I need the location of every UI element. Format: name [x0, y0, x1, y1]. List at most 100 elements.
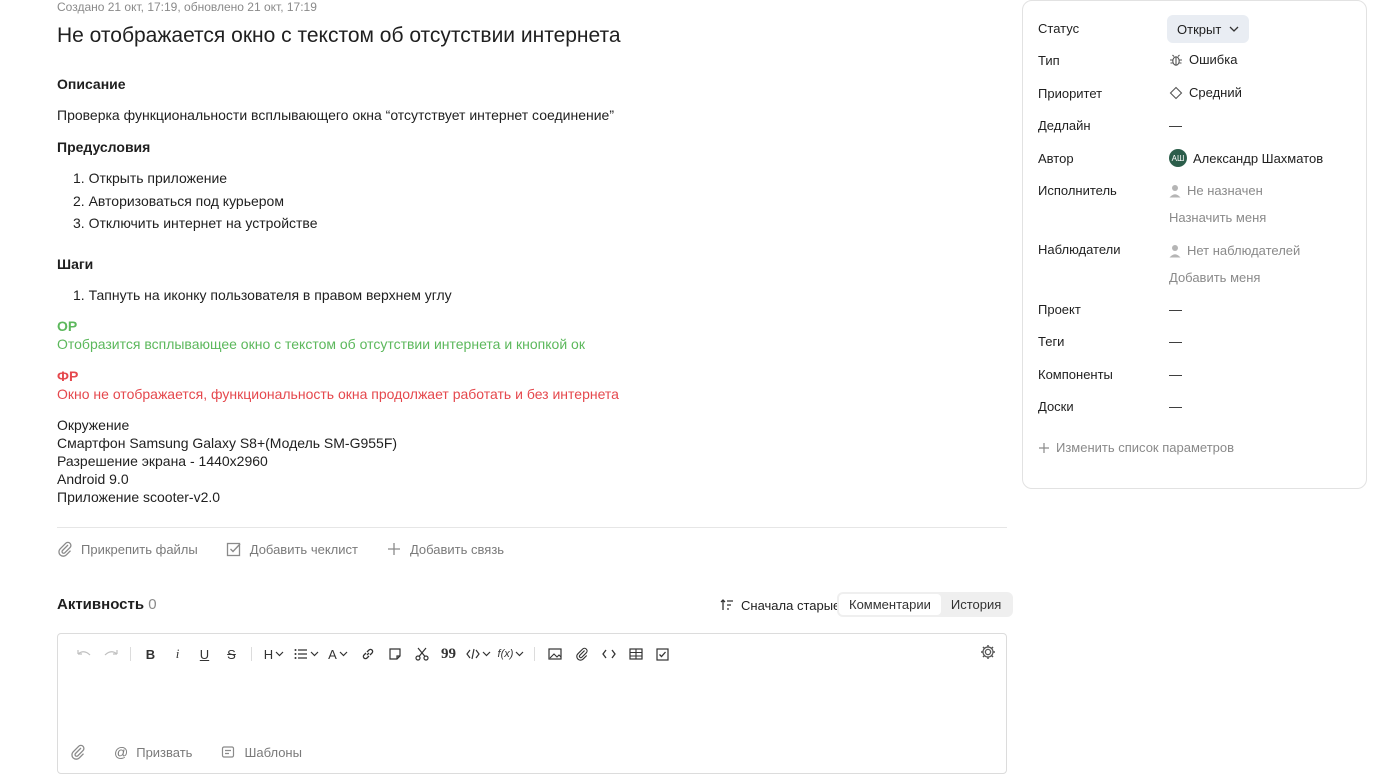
deadline-label: Дедлайн — [1038, 118, 1091, 133]
plus-icon — [1039, 442, 1049, 453]
sort-order-button[interactable]: Сначала старые — [719, 597, 840, 613]
step-item: 1. Тапнуть на иконку пользователя в прав… — [73, 287, 452, 303]
toolbar-separator — [534, 647, 535, 661]
components-label: Компоненты — [1038, 367, 1113, 382]
priority-value[interactable]: Средний — [1169, 85, 1242, 100]
user-icon — [1169, 184, 1181, 197]
author-name: Александр Шахматов — [1193, 150, 1324, 166]
status-label: Статус — [1038, 21, 1080, 36]
assignee-value-label: Не назначен — [1187, 183, 1263, 198]
add-me-link[interactable]: Добавить меня — [1169, 270, 1260, 285]
attach-files-button[interactable]: Прикрепить файлы — [57, 541, 198, 557]
formula-menu-icon[interactable]: f(x) — [494, 645, 528, 663]
description-text: Проверка функциональности всплывающего о… — [57, 107, 614, 123]
bug-icon — [1170, 54, 1182, 66]
diamond-icon — [1169, 86, 1183, 99]
precondition-item: 1. Открыть приложение — [73, 170, 228, 186]
expected-heading: ОР — [57, 318, 78, 334]
issue-sidebar: Статус Открыт Тип Ошибка Приоритет Средн… — [1022, 0, 1367, 489]
redo-icon[interactable] — [97, 645, 124, 663]
watchers-value-label: Нет наблюдателей — [1187, 243, 1301, 258]
edit-params-label: Изменить список параметров — [1056, 440, 1235, 455]
add-link-button[interactable]: Добавить связь — [386, 541, 504, 557]
environment-line: Разрешение экрана - 1440x2960 — [57, 453, 268, 469]
paperclip-icon — [57, 541, 73, 557]
bold-icon[interactable]: B — [137, 645, 164, 663]
precondition-item: 2. Авторизоваться под курьером — [73, 193, 284, 209]
checklist-icon — [226, 541, 242, 557]
activity-title-label: Активность — [57, 596, 145, 613]
cut-icon[interactable] — [408, 645, 435, 663]
tab-comments[interactable]: Комментарии — [839, 594, 941, 615]
issue-meta: Создано 21 окт, 17:19, обновлено 21 окт,… — [57, 0, 317, 14]
type-value-label: Ошибка — [1189, 52, 1238, 67]
environment-line: Android 9.0 — [57, 471, 129, 487]
tab-history[interactable]: История — [941, 594, 1011, 615]
list-menu-icon[interactable] — [290, 645, 322, 663]
strikethrough-icon[interactable]: S — [218, 645, 245, 663]
toolbar-separator — [251, 647, 252, 661]
note-icon[interactable] — [381, 645, 408, 663]
code-block-icon[interactable] — [595, 645, 622, 663]
watchers-value[interactable]: Нет наблюдателей — [1169, 243, 1300, 258]
precondition-item: 3. Отключить интернет на устройстве — [73, 215, 318, 231]
table-icon[interactable] — [622, 645, 649, 663]
boards-label: Доски — [1038, 399, 1074, 414]
link-icon[interactable] — [354, 645, 381, 663]
activity-count: 0 — [148, 596, 157, 613]
at-icon: @ — [114, 744, 129, 760]
issue-title[interactable]: Не отображается окно с текстом об отсутс… — [57, 24, 621, 48]
environment-line: Окружение — [57, 417, 130, 433]
deadline-value[interactable]: — — [1169, 118, 1182, 133]
toolbar-separator — [130, 647, 131, 661]
environment-line: Смартфон Samsung Galaxy S8+(Модель SM-G9… — [57, 435, 398, 451]
attachment-icon[interactable] — [568, 645, 595, 663]
project-value[interactable]: — — [1169, 302, 1182, 317]
attach-files-label: Прикрепить файлы — [81, 541, 198, 557]
underline-icon[interactable]: U — [191, 645, 218, 663]
templates-label: Шаблоны — [244, 744, 302, 760]
actual-heading: ФР — [57, 368, 79, 384]
quote-icon[interactable]: 99 — [435, 645, 462, 663]
priority-label: Приоритет — [1038, 86, 1103, 101]
comment-editor[interactable]: B i U S H A 99 f(x) @ Призвать Шаблоны — [57, 633, 1007, 774]
sort-icon — [719, 597, 735, 613]
boards-value[interactable]: — — [1169, 399, 1182, 414]
steps-heading: Шаги — [57, 256, 94, 272]
code-menu-icon[interactable] — [462, 645, 494, 663]
components-value[interactable]: — — [1169, 367, 1182, 382]
checkbox-icon[interactable] — [649, 645, 676, 663]
assignee-value[interactable]: Не назначен — [1169, 183, 1263, 198]
status-value: Открыт — [1177, 21, 1222, 37]
templates-button[interactable]: Шаблоны — [220, 744, 302, 760]
author-label: Автор — [1038, 151, 1074, 166]
gear-icon[interactable] — [980, 644, 996, 663]
undo-icon[interactable] — [70, 645, 97, 663]
author-value[interactable]: АШ Александр Шахматов — [1169, 149, 1323, 167]
environment-line: Приложение scooter-v2.0 — [57, 489, 221, 505]
type-value[interactable]: Ошибка — [1169, 52, 1237, 67]
tags-label: Теги — [1038, 334, 1065, 349]
italic-icon[interactable]: i — [164, 645, 191, 663]
add-checklist-button[interactable]: Добавить чеклист — [226, 541, 358, 557]
add-link-label: Добавить связь — [409, 541, 505, 557]
project-label: Проект — [1038, 302, 1081, 317]
assign-me-link[interactable]: Назначить меня — [1169, 210, 1266, 225]
text-color-menu-icon[interactable]: A — [322, 645, 354, 663]
editor-toolbar: B i U S H A 99 f(x) — [70, 645, 676, 663]
divider — [57, 527, 1007, 528]
editor-footer: @ Призвать Шаблоны — [70, 744, 302, 760]
mention-button[interactable]: @ Призвать — [114, 744, 192, 760]
activity-title: Активность 0 — [57, 596, 157, 613]
assignee-label: Исполнитель — [1038, 183, 1117, 198]
chevron-down-icon — [1229, 26, 1239, 32]
type-label: Тип — [1038, 53, 1060, 68]
edit-params-button[interactable]: Изменить список параметров — [1038, 440, 1234, 455]
mention-label: Призвать — [136, 744, 193, 760]
image-icon[interactable] — [541, 645, 568, 663]
status-dropdown[interactable]: Открыт — [1167, 15, 1250, 43]
heading-menu-icon[interactable]: H — [258, 645, 290, 663]
tags-value[interactable]: — — [1169, 334, 1182, 349]
priority-value-label: Средний — [1189, 85, 1242, 100]
attach-file-button[interactable] — [70, 744, 86, 760]
